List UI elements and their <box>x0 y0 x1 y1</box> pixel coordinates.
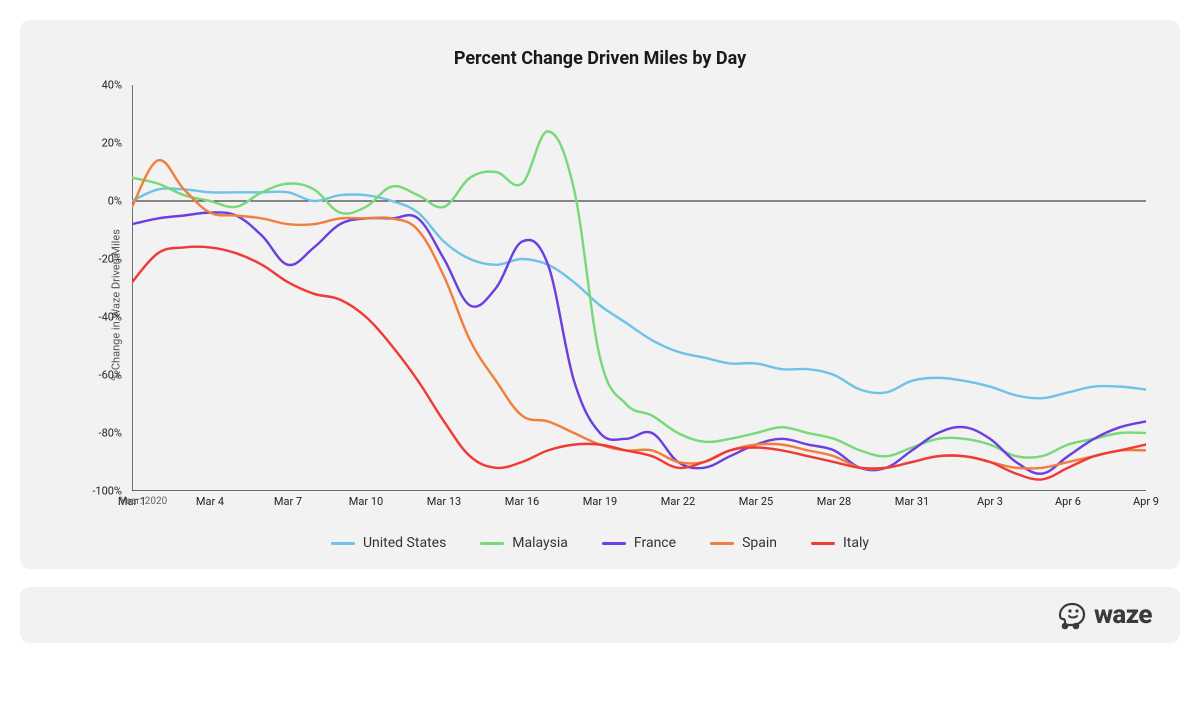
chart-panel: Percent Change Driven Miles by Day % Cha… <box>20 20 1180 569</box>
y-axis-ticks: 40%20%0%-20%-40%-60%-80%-100% <box>82 85 130 491</box>
y-tick-label: -60% <box>99 369 122 382</box>
legend-item: Spain <box>710 535 777 551</box>
year-note: Year: 2020 <box>120 496 167 507</box>
plot-svg <box>132 85 1146 491</box>
y-tick-label: -40% <box>99 311 122 324</box>
legend-label: United States <box>363 535 446 551</box>
series-line <box>132 160 1146 469</box>
legend-label: Spain <box>742 535 777 551</box>
x-tick-label: Apr 9 <box>1133 495 1159 508</box>
y-tick-label: 40% <box>102 79 122 92</box>
legend-swatch <box>480 542 504 545</box>
series-line <box>132 212 1146 473</box>
x-tick-label: Apr 6 <box>1055 495 1081 508</box>
x-tick-label: Mar 4 <box>196 495 224 508</box>
x-tick-label: Mar 16 <box>505 495 539 508</box>
y-tick-label: -80% <box>99 427 122 440</box>
waze-logo: waze <box>1054 600 1152 630</box>
chart-area: % Change in Waze Driven Miles 40%20%0%-2… <box>48 85 1152 525</box>
legend-item: France <box>602 535 676 551</box>
x-tick-label: Mar 31 <box>895 495 929 508</box>
legend-swatch <box>331 542 355 545</box>
x-axis-ticks: Mar 1Mar 4Mar 7Mar 10Mar 13Mar 16Mar 19M… <box>132 495 1146 513</box>
x-tick-label: Mar 7 <box>274 495 302 508</box>
chart-title: Percent Change Driven Miles by Day <box>48 48 1152 69</box>
x-tick-label: Mar 10 <box>349 495 383 508</box>
legend-item: Italy <box>811 535 869 551</box>
legend-item: Malaysia <box>480 535 568 551</box>
x-tick-label: Apr 3 <box>977 495 1003 508</box>
legend-label: France <box>634 535 676 551</box>
x-tick-label: Mar 22 <box>661 495 695 508</box>
series-line <box>132 247 1146 480</box>
brand-text: waze <box>1094 600 1152 630</box>
legend: United States Malaysia France Spain Italy <box>48 535 1152 551</box>
legend-label: Italy <box>843 535 869 551</box>
y-tick-label: -20% <box>99 253 122 266</box>
series-line <box>132 131 1146 457</box>
y-tick-label: 20% <box>102 137 122 150</box>
x-tick-label: Mar 25 <box>739 495 773 508</box>
legend-swatch <box>710 542 734 545</box>
brand-panel: waze <box>20 587 1180 643</box>
series-line <box>132 188 1146 398</box>
x-tick-label: Mar 13 <box>427 495 461 508</box>
plot-region <box>132 85 1146 491</box>
legend-label: Malaysia <box>512 535 568 551</box>
legend-swatch <box>811 542 835 545</box>
x-tick-label: Mar 28 <box>817 495 851 508</box>
legend-swatch <box>602 542 626 545</box>
legend-item: United States <box>331 535 446 551</box>
y-tick-label: 0% <box>108 195 122 208</box>
x-tick-label: Mar 19 <box>583 495 617 508</box>
waze-icon <box>1054 600 1088 630</box>
